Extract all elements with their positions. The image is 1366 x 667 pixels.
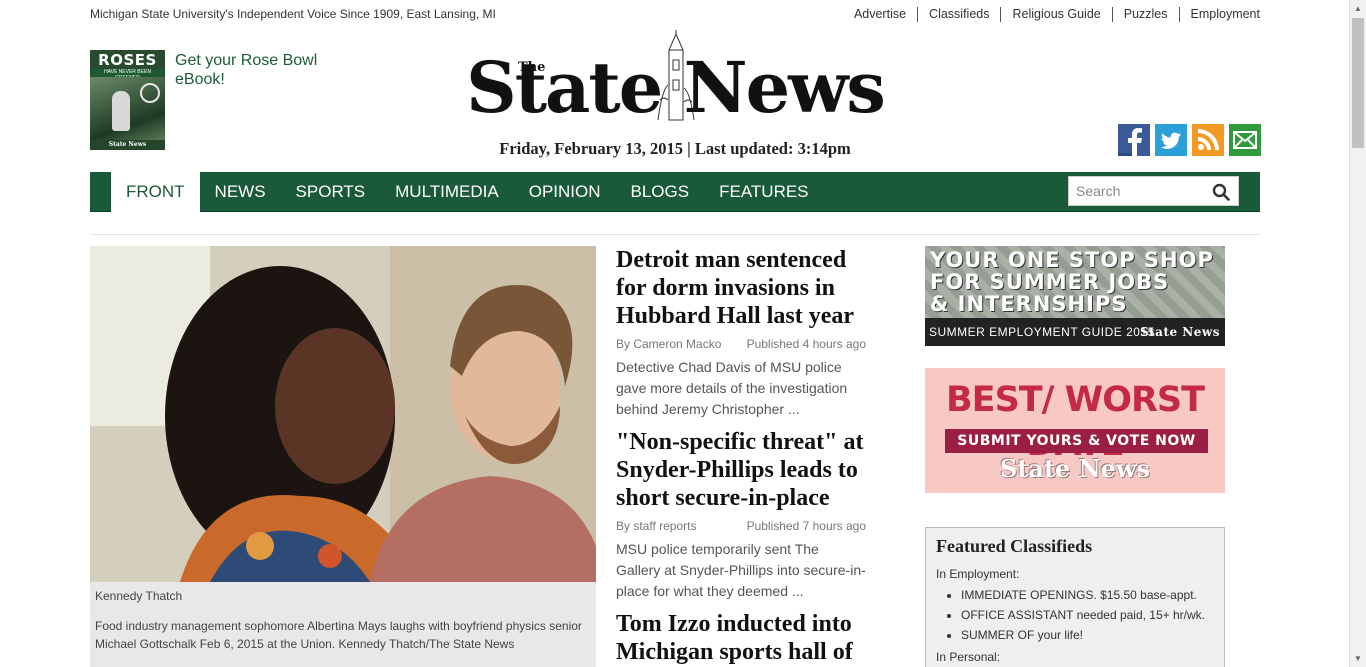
page-scrollbar[interactable]: ▲ ▼: [1349, 0, 1366, 667]
nav-multimedia[interactable]: MULTIMEDIA: [380, 172, 514, 212]
religious-guide-link[interactable]: Religious Guide: [1000, 7, 1111, 22]
last-updated: Last updated: 3:14pm: [694, 139, 851, 158]
search-box: [1068, 176, 1239, 206]
story-headline[interactable]: Tom Izzo inducted into Michigan sports h…: [616, 610, 866, 667]
story-published: Published 4 hours ago: [746, 337, 866, 351]
nav-opinion[interactable]: OPINION: [514, 172, 616, 212]
dateline: Friday, February 13, 2015 | Last updated…: [434, 139, 916, 159]
date-ad-logo: State News: [999, 454, 1151, 483]
story-author[interactable]: By Cameron Macko: [616, 337, 721, 351]
classifieds-category: In Employment:: [936, 567, 1020, 581]
featured-classifieds: Featured Classifieds In Employment: IMME…: [925, 527, 1225, 667]
advertise-link[interactable]: Advertise: [843, 7, 917, 22]
top-bar: Michigan State University's Independent …: [90, 0, 1260, 30]
jobs-ad-line-1: YOUR ONE STOP SHOP: [930, 248, 1214, 272]
classified-item[interactable]: IMMEDIATE OPENINGS. $15.50 base-appt.: [961, 585, 1214, 605]
scroll-up-arrow-icon[interactable]: ▲: [1350, 0, 1366, 17]
masthead-title: State News: [466, 46, 886, 129]
facebook-icon[interactable]: [1118, 124, 1150, 156]
puzzles-link[interactable]: Puzzles: [1111, 7, 1179, 22]
main-navigation: FRONT NEWS SPORTS MULTIMEDIA OPINION BLO…: [90, 172, 1260, 212]
ebook-promo-link[interactable]: Get your Rose Bowl eBook!: [175, 51, 325, 150]
scrollbar-thumb[interactable]: [1352, 18, 1364, 148]
story-headline[interactable]: Detroit man sentenced for dorm invasions…: [616, 246, 866, 330]
jobs-ad-bar-text: SUMMER EMPLOYMENT GUIDE 2015: [929, 325, 1155, 339]
scroll-down-arrow-icon[interactable]: ▼: [1350, 650, 1366, 667]
search-icon[interactable]: [1212, 183, 1230, 201]
story-item: Tom Izzo inducted into Michigan sports h…: [616, 610, 866, 667]
top-stories: Detroit man sentenced for dorm invasions…: [616, 246, 866, 667]
story-headline[interactable]: "Non-specific threat" at Snyder-Phillips…: [616, 428, 866, 512]
ebook-cover-footer: State News: [90, 140, 165, 150]
submit-vote-button[interactable]: SUBMIT YOURS & VOTE NOW: [945, 429, 1208, 453]
story-summary: MSU police temporarily sent The Gallery …: [616, 541, 866, 599]
story-item: "Non-specific threat" at Snyder-Phillips…: [616, 428, 866, 602]
classifieds-title: Featured Classifieds: [936, 536, 1093, 556]
story-published: Published 7 hours ago: [746, 519, 866, 533]
lead-photo[interactable]: [90, 246, 596, 582]
jobs-ad-logo: State News: [1139, 325, 1220, 339]
classifieds-category: In Personal:: [936, 650, 1001, 664]
classifieds-list: IMMEDIATE OPENINGS. $15.50 base-appt. OF…: [936, 585, 1214, 645]
nav-front[interactable]: FRONT: [111, 172, 200, 212]
classifieds-link[interactable]: Classifieds: [917, 7, 1000, 22]
story-summary: Detective Chad Davis of MSU police gave …: [616, 359, 848, 417]
story-author[interactable]: By staff reports: [616, 519, 696, 533]
lead-photo-illustration: [90, 246, 596, 582]
rss-icon[interactable]: [1192, 124, 1224, 156]
best-worst-date-ad[interactable]: BEST/ WORST DATE SUBMIT YOURS & VOTE NOW…: [925, 368, 1225, 493]
story-byline-row: By Cameron Macko Published 4 hours ago: [616, 337, 866, 351]
nav-blogs[interactable]: BLOGS: [616, 172, 705, 212]
photo-credit: Kennedy Thatch: [95, 589, 183, 603]
nav-divider: [90, 234, 1260, 235]
current-date: Friday, February 13, 2015: [499, 139, 684, 158]
photo-caption: Food industry management sophomore Alber…: [95, 619, 582, 651]
nav-sports[interactable]: SPORTS: [281, 172, 381, 212]
story-item: Detroit man sentenced for dorm invasions…: [616, 246, 866, 420]
story-byline-row: By staff reports Published 7 hours ago: [616, 519, 866, 533]
jobs-ad-line-2: FOR SUMMER JOBS: [930, 270, 1170, 294]
summer-jobs-ad[interactable]: YOUR ONE STOP SHOP FOR SUMMER JOBS & INT…: [925, 246, 1225, 346]
nav-news[interactable]: NEWS: [200, 172, 281, 212]
twitter-icon[interactable]: [1155, 124, 1187, 156]
top-links: Advertise Classifieds Religious Guide Pu…: [843, 7, 1260, 22]
search-input[interactable]: [1069, 177, 1199, 205]
nav-features[interactable]: FEATURES: [704, 172, 823, 212]
social-icons: [1118, 124, 1261, 156]
email-icon[interactable]: [1229, 124, 1261, 156]
classified-item[interactable]: OFFICE ASSISTANT needed paid, 15+ hr/wk.: [961, 605, 1214, 625]
jobs-ad-bar: SUMMER EMPLOYMENT GUIDE 2015 State News: [925, 318, 1225, 346]
jobs-ad-line-3: & INTERNSHIPS: [930, 292, 1128, 316]
lead-photo-figure: Kennedy Thatch Food industry management …: [90, 246, 596, 667]
dateline-separator: |: [687, 139, 691, 158]
classified-item[interactable]: SUMMER OF your life!: [961, 625, 1214, 645]
rose-bowl-promo[interactable]: ROSES HAVE NEVER BEEN GREENER State News…: [90, 50, 325, 150]
ebook-cover-image[interactable]: ROSES HAVE NEVER BEEN GREENER State News: [90, 50, 165, 150]
masthead-logo[interactable]: The State News: [434, 30, 916, 130]
ebook-cover-title: ROSES: [98, 51, 157, 69]
ebook-cover-photo: [90, 77, 165, 140]
site-tagline: Michigan State University's Independent …: [90, 7, 496, 21]
employment-link[interactable]: Employment: [1178, 7, 1260, 22]
